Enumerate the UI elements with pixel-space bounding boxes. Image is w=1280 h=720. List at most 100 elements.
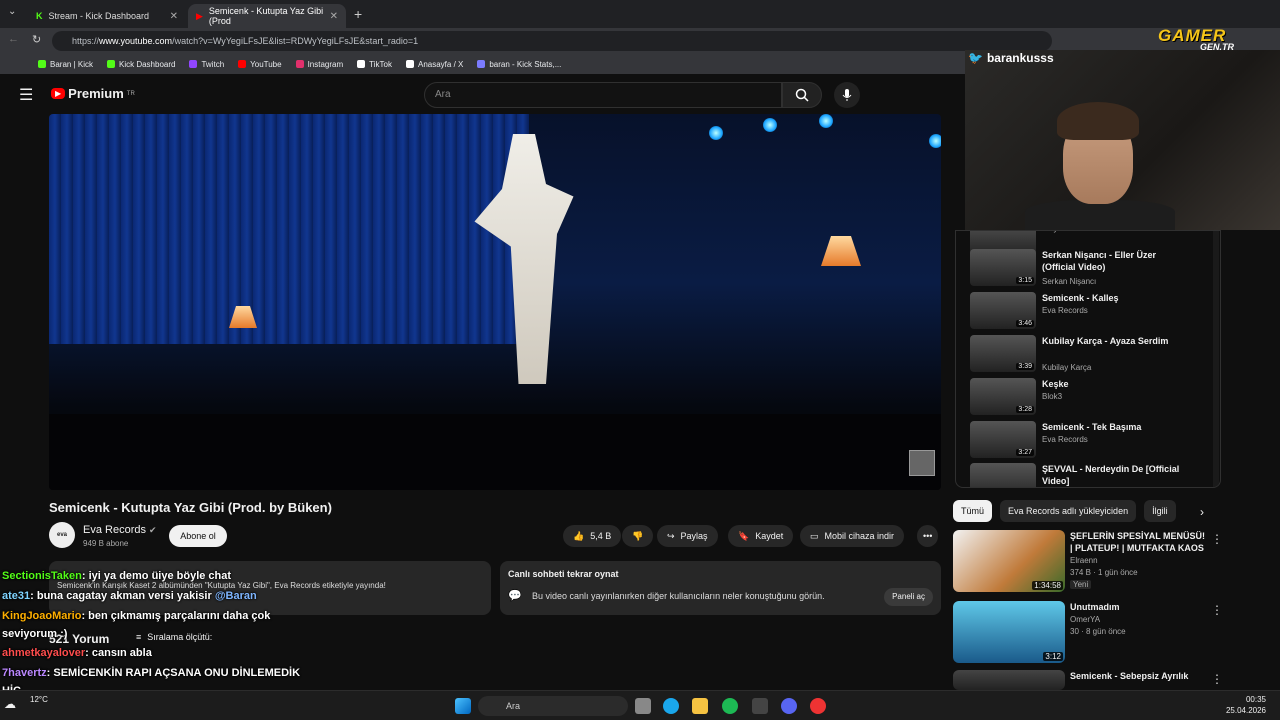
playlist-item-title: Keşke bbox=[1042, 379, 1069, 389]
menu-icon[interactable]: ☰ bbox=[19, 85, 33, 105]
bookmark-icon bbox=[38, 60, 46, 68]
bookmark-item[interactable]: Twitch bbox=[189, 60, 224, 69]
bookmark-item[interactable]: Kick Dashboard bbox=[106, 59, 176, 69]
tab-list-icon[interactable]: ⌄ bbox=[8, 6, 16, 17]
bookmark-item[interactable]: Anasayfa / X bbox=[405, 60, 463, 69]
bookmark-item[interactable]: baran - Kick Stats,... bbox=[477, 60, 561, 69]
logo-text: Premium bbox=[68, 86, 124, 101]
url-input[interactable]: https://www.youtube.com/watch?v=WyYegiLF… bbox=[52, 31, 1052, 51]
dislike-button[interactable]: 👎 bbox=[622, 525, 654, 547]
chat-replay-panel: Canlı sohbeti tekrar oynat 💬 Bu video ca… bbox=[500, 561, 941, 615]
playlist-item[interactable]: 3:46 Semicenk - Kalleş Eva Records bbox=[970, 292, 1210, 332]
video-duration: 1:34:58 bbox=[1032, 581, 1063, 590]
video-thumbnail: 3:12 bbox=[953, 601, 1065, 663]
chevron-right-icon[interactable]: › bbox=[1200, 505, 1204, 519]
bookmark-icon bbox=[477, 60, 486, 68]
video-duration: 3:39 bbox=[1016, 363, 1034, 370]
video-player[interactable] bbox=[49, 114, 941, 490]
playlist-item[interactable]: ŞEVVAL - Nerdeydin De [Official Video] bbox=[970, 463, 1210, 487]
more-vert-icon[interactable]: ⋮ bbox=[1211, 603, 1223, 617]
save-label: Kaydet bbox=[755, 531, 784, 541]
channel-name[interactable]: Eva Records ✔ bbox=[83, 524, 157, 536]
system-clock[interactable]: 00:35 25.04.2026 bbox=[1226, 694, 1266, 716]
chrome-icon[interactable] bbox=[810, 698, 826, 714]
chat-message: ate31: buna cagatay akman versi yakisir … bbox=[2, 590, 257, 602]
taskbar-search[interactable]: Ara bbox=[478, 696, 628, 716]
playlist-item[interactable]: 3:15 Serkan Nişancı - Eller Üzer (Officia… bbox=[970, 249, 1210, 289]
thumbs-down-icon: 👎 bbox=[632, 530, 644, 541]
bookmark-item[interactable]: TikTok bbox=[357, 60, 392, 69]
filter-chip[interactable]: İlgili bbox=[1144, 500, 1176, 522]
weather-icon: ☁ bbox=[4, 697, 16, 711]
recommendation-title: Unutmadım bbox=[1070, 602, 1120, 612]
chat-username: ahmetkayalover bbox=[2, 647, 86, 659]
chat-text: : SEMİCENKİN RAPI AÇSANA ONU DİNLEMEDİK bbox=[46, 667, 301, 679]
weather-widget[interactable]: 12°C bbox=[30, 694, 48, 705]
playlist-item-title: Serkan Nişancı - Eller Üzer (Official Vi… bbox=[1042, 250, 1157, 272]
bookmark-icon: 🔖 bbox=[738, 530, 750, 541]
windows-start-icon[interactable] bbox=[455, 698, 471, 714]
playlist-panel: Ahiyan 3:15 Serkan Nişancı - Eller Üzer (O… bbox=[955, 230, 1221, 488]
like-button[interactable]: 👍 5,4 B bbox=[563, 525, 622, 547]
download-button[interactable]: ▭ Mobil cihaza indir bbox=[800, 525, 905, 547]
share-button[interactable]: ↪ Paylaş bbox=[657, 525, 718, 547]
open-panel-button[interactable]: Paneli aç bbox=[884, 588, 933, 606]
more-actions-button[interactable]: ••• bbox=[917, 525, 939, 547]
gamergen-logo-sub: GEN.TR bbox=[1200, 42, 1235, 52]
file-explorer-icon[interactable] bbox=[692, 698, 708, 714]
bookmark-label: Kick Dashboard bbox=[118, 59, 176, 69]
back-icon[interactable]: ← bbox=[8, 33, 19, 45]
search-input[interactable]: Ara bbox=[424, 82, 782, 108]
bookmark-label: Instagram bbox=[307, 59, 344, 69]
recommendation-channel: Elraenn bbox=[1070, 556, 1098, 565]
playlist-item-channel: Ahiyan bbox=[1042, 231, 1066, 233]
playlist-item[interactable]: 3:28 Keşke Blok3 bbox=[970, 378, 1210, 418]
sort-button[interactable]: ≡ Sıralama ölçütü: bbox=[136, 632, 212, 642]
chat-message: KingJoaoMario: ben çıkmamış parçalarını … bbox=[2, 610, 270, 622]
subscriber-count: 949 B abone bbox=[83, 539, 129, 548]
chat-username: KingJoaoMario bbox=[2, 610, 82, 622]
playlist-item[interactable]: 3:27 Semicenk - Tek Başıma Eva Records bbox=[970, 421, 1210, 461]
video-duration: 3:46 bbox=[1016, 320, 1034, 327]
tab-youtube[interactable]: ▶ Semicenk - Kutupta Yaz Gibi (Prod ✕ bbox=[188, 4, 346, 28]
clock-date: 25.04.2026 bbox=[1225, 706, 1266, 715]
close-icon[interactable]: ✕ bbox=[170, 11, 178, 22]
bookmark-item[interactable]: Instagram bbox=[295, 59, 344, 69]
app-icon[interactable] bbox=[752, 698, 768, 714]
tab-kick-dashboard[interactable]: K Stream - Kick Dashboard ✕ bbox=[28, 4, 186, 28]
bookmark-item[interactable]: YouTube bbox=[238, 60, 282, 69]
channel-watermark[interactable] bbox=[909, 450, 935, 476]
recommendation-item[interactable]: 1:34:58 ŞEFLERİN SPESİYAL MENÜSÜ! | PLATE… bbox=[953, 530, 1233, 600]
playlist-item-channel: Eva Records bbox=[1042, 435, 1088, 444]
stage-light bbox=[819, 114, 833, 128]
share-label: Paylaş bbox=[680, 531, 708, 541]
close-icon[interactable]: ✕ bbox=[330, 11, 338, 22]
save-button[interactable]: 🔖 Kaydet bbox=[728, 525, 794, 547]
recommendation-item[interactable]: 3:12 Unutmadım OmerYA 30 · 8 gün önce ⋮ bbox=[953, 601, 1233, 671]
bookmark-item[interactable]: Baran | Kick bbox=[38, 60, 93, 69]
playlist-scrollbar[interactable] bbox=[1213, 231, 1219, 487]
task-view-icon[interactable] bbox=[635, 698, 651, 714]
new-tab-icon[interactable]: + bbox=[354, 6, 362, 22]
video-thumbnail bbox=[970, 463, 1036, 487]
filter-chip[interactable]: Tümü bbox=[953, 500, 993, 522]
subscribe-button[interactable]: Abone ol bbox=[169, 525, 227, 547]
edge-icon[interactable] bbox=[663, 698, 679, 714]
youtube-logo[interactable]: ▶ Premium TR bbox=[51, 86, 135, 101]
video-duration: 3:15 bbox=[1016, 277, 1034, 284]
recommendation-item[interactable]: Semicenk - Sebepsiz Ayrılık ⋮ bbox=[953, 670, 1233, 690]
discord-icon[interactable] bbox=[781, 698, 797, 714]
playlist-item[interactable]: 3:39 Kubilay Karça - Ayaza Serdim Kubilay … bbox=[970, 335, 1210, 375]
reload-icon[interactable]: ↻ bbox=[32, 33, 41, 46]
recommendation-channel: OmerYA bbox=[1070, 615, 1101, 624]
channel-avatar[interactable]: eva bbox=[49, 522, 75, 548]
search-button[interactable] bbox=[782, 82, 822, 108]
filter-chip[interactable]: Eva Records adlı yükleyiciden bbox=[1000, 500, 1137, 522]
more-vert-icon[interactable]: ⋮ bbox=[1211, 532, 1223, 546]
stage-light bbox=[929, 134, 941, 148]
video-duration: 3:27 bbox=[1016, 449, 1034, 456]
more-vert-icon[interactable]: ⋮ bbox=[1211, 672, 1223, 686]
chat-message: SectionisTaken: iyi ya demo üiye böyle c… bbox=[2, 570, 231, 582]
spotify-icon[interactable] bbox=[722, 698, 738, 714]
voice-search-button[interactable] bbox=[834, 82, 860, 108]
